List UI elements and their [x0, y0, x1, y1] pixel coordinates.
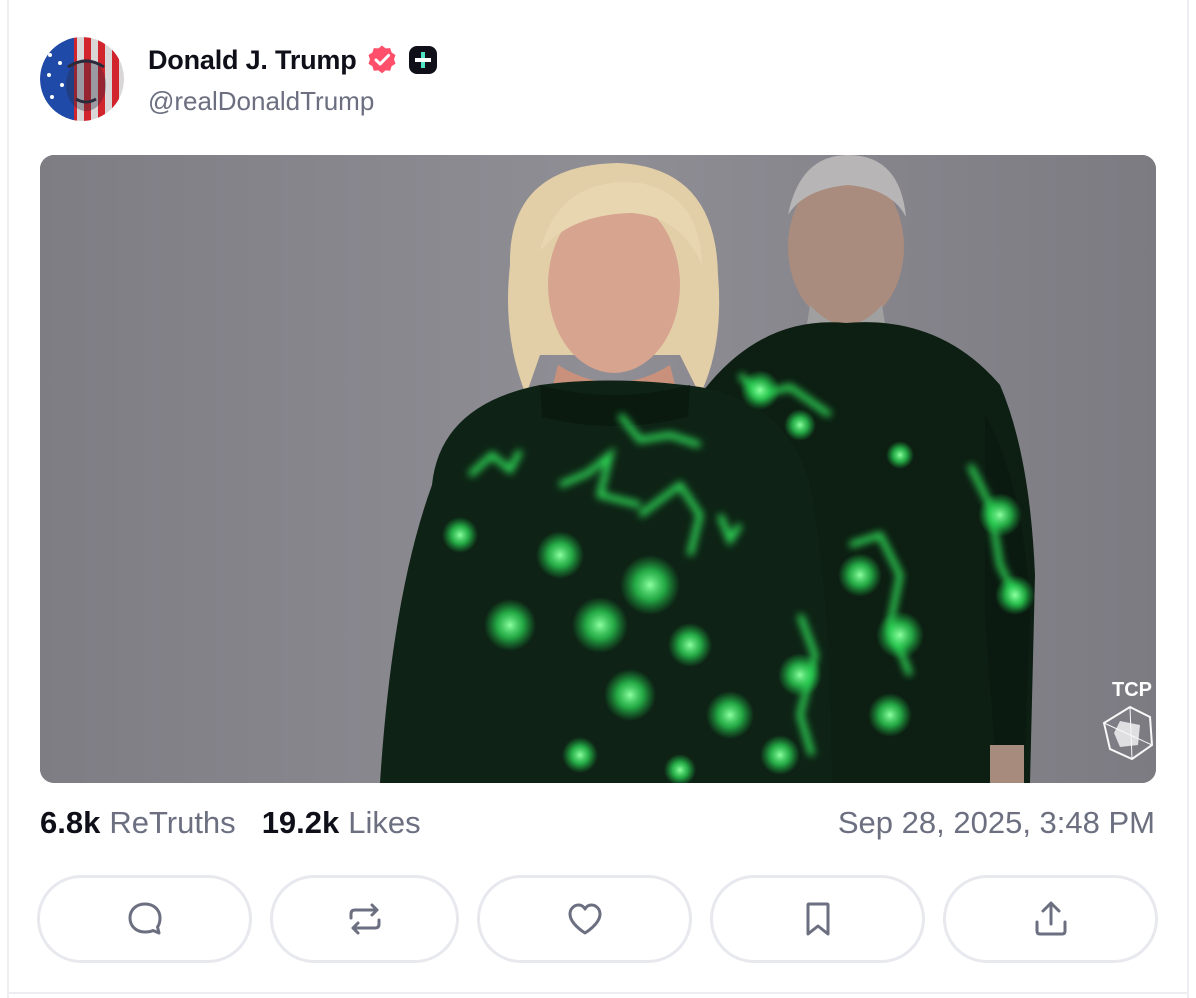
- display-name[interactable]: Donald J. Trump: [148, 45, 357, 76]
- avatar[interactable]: [40, 37, 124, 121]
- bookmark-button[interactable]: [710, 875, 925, 963]
- share-icon: [1035, 901, 1066, 936]
- author-name-row: Donald J. Trump: [148, 42, 438, 78]
- verified-badge-icon: [368, 45, 396, 74]
- retruth-button[interactable]: [270, 875, 459, 963]
- post-timestamp: Sep 28, 2025, 3:48 PM: [837, 805, 1155, 840]
- retruths-label[interactable]: ReTruths: [109, 805, 235, 841]
- comment-icon: [128, 902, 161, 935]
- tcp-watermark-label: TCP: [1112, 679, 1152, 701]
- flag-portrait-avatar: [40, 37, 124, 121]
- reply-button[interactable]: [37, 875, 252, 963]
- like-button[interactable]: [477, 875, 692, 963]
- likes-count[interactable]: 19.2k: [262, 805, 340, 841]
- post-image[interactable]: TCP: [40, 155, 1156, 783]
- engagement-stats: 6.8k ReTruths 19.2k Likes: [40, 805, 421, 841]
- heart-icon: [568, 903, 601, 935]
- likes-label[interactable]: Likes: [348, 805, 420, 841]
- truth-plus-badge-icon: [408, 46, 437, 74]
- retruths-count[interactable]: 6.8k: [40, 805, 100, 841]
- divider: [7, 992, 1189, 994]
- glowing-shirts-photo: [40, 155, 1156, 783]
- bookmark-icon: [806, 902, 829, 936]
- author-handle[interactable]: @realDonaldTrump: [148, 86, 374, 117]
- repost-icon: [349, 903, 380, 935]
- share-button[interactable]: [943, 875, 1158, 963]
- post-actions: [0, 875, 1196, 963]
